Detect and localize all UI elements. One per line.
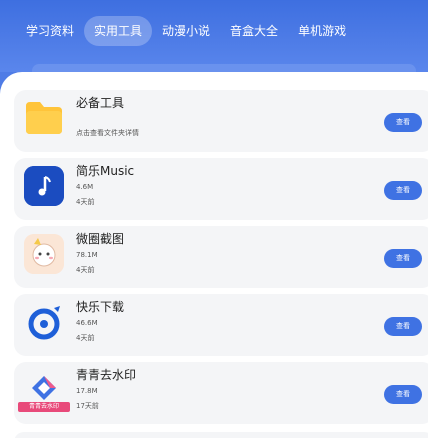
tab-music-box[interactable]: 音盒大全 (220, 16, 288, 46)
cartoon-character-icon (24, 234, 64, 274)
list-item[interactable]: 微圈截图 78.1M 4天前 查看 (14, 226, 428, 288)
app-description: 点击查看文件夹详情 (76, 129, 139, 137)
music-note-icon (24, 166, 64, 206)
app-date: 4天前 (76, 198, 95, 206)
app-name: 简乐Music (76, 164, 135, 178)
view-button[interactable]: 查看 (384, 181, 422, 200)
app-name: 微圈截图 (76, 232, 125, 246)
app-name: 必备工具 (76, 96, 125, 110)
app-size: 78.1M (76, 251, 98, 259)
app-date: 17天前 (76, 402, 99, 410)
app-badge: 青青去水印 (18, 402, 70, 412)
list-item[interactable]: 简乐Music 4.6M 4天前 查看 (14, 158, 428, 220)
folder-icon (24, 98, 64, 138)
list-item[interactable]: 快乐下载 46.6M 4天前 查看 (14, 294, 428, 356)
view-button[interactable]: 查看 (384, 317, 422, 336)
tab-study[interactable]: 学习资料 (16, 16, 84, 46)
app-size: 46.6M (76, 319, 98, 327)
app-date: 4天前 (76, 334, 95, 342)
app-name: 青青去水印 (76, 368, 137, 382)
app-name: 快乐下载 (76, 300, 125, 314)
view-button[interactable]: 查看 (384, 113, 422, 132)
app-size: 4.6M (76, 183, 94, 191)
tab-games[interactable]: 单机游戏 (288, 16, 356, 46)
list-item[interactable]: 青青去水印 青青去水印 17.8M 17天前 查看 (14, 362, 428, 424)
list-item-partial (14, 432, 428, 438)
category-tabs: 学习资料 实用工具 动漫小说 音盒大全 单机游戏 (16, 15, 356, 47)
watermark-logo-icon: 青青去水印 (18, 370, 70, 412)
tab-anime[interactable]: 动漫小说 (152, 16, 220, 46)
view-button[interactable]: 查看 (384, 385, 422, 404)
tab-tools[interactable]: 实用工具 (84, 16, 153, 46)
app-size: 17.8M (76, 387, 98, 395)
list-item[interactable]: 必备工具 点击查看文件夹详情 查看 (14, 90, 428, 152)
view-button[interactable]: 查看 (384, 249, 422, 268)
app-date: 4天前 (76, 266, 95, 274)
download-logo-icon (24, 302, 64, 342)
